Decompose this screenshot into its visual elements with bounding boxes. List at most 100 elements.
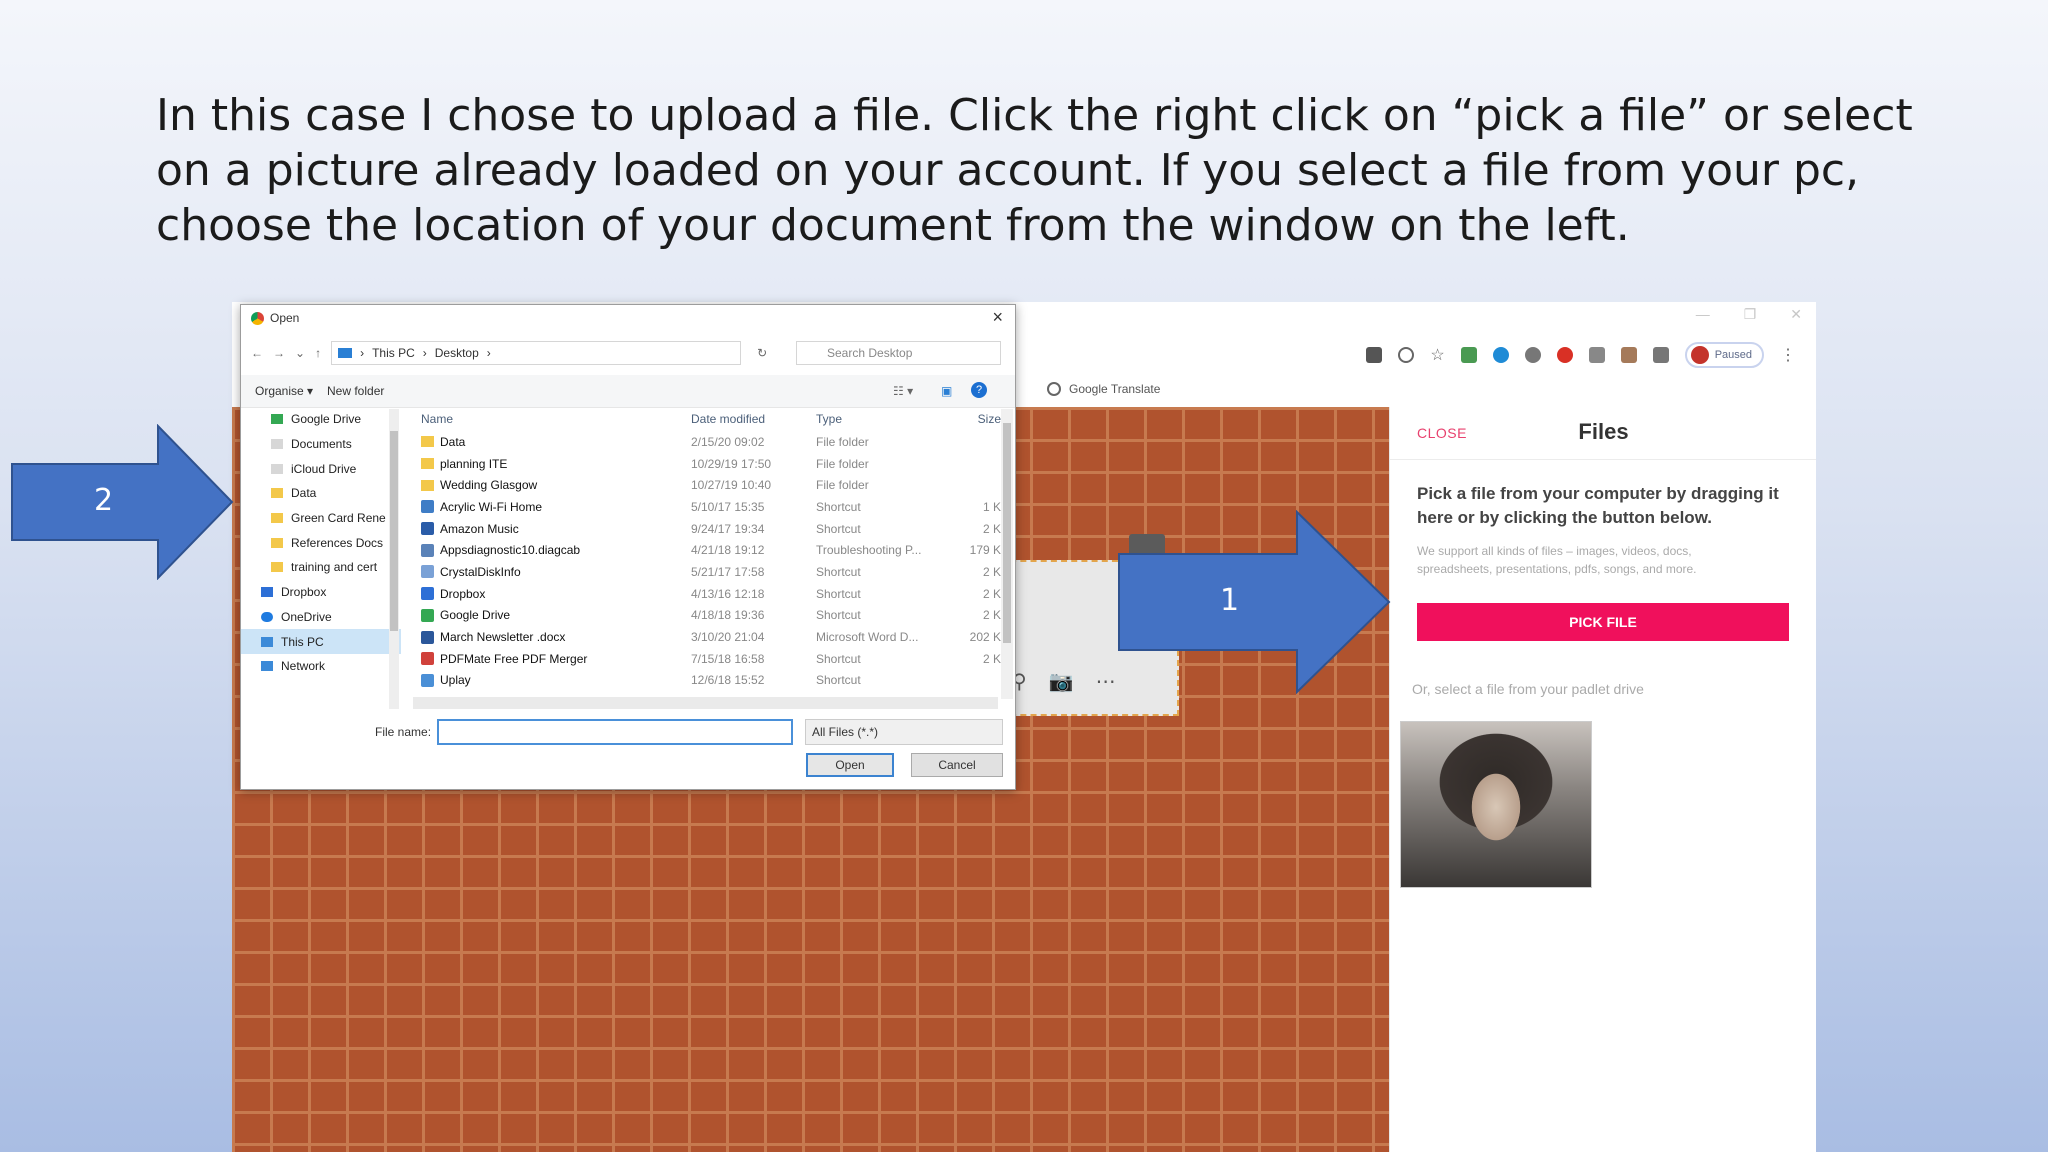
address-bar[interactable]: › This PC › Desktop › <box>331 341 742 365</box>
dialog-titlebar: Open <box>251 311 299 325</box>
chevron-down-icon[interactable]: ⌄ <box>295 346 305 360</box>
nav-item-selected[interactable]: This PC <box>241 629 401 654</box>
nav-item[interactable]: Green Card Rene <box>241 506 401 531</box>
open-file-dialog: Open × ← → ⌄ ↑ › This PC › Desktop › ↻ S… <box>240 304 1016 790</box>
folder-icon <box>421 458 434 470</box>
search-input[interactable]: Search Desktop <box>796 341 1001 365</box>
download-extension-icon[interactable] <box>1460 347 1477 363</box>
file-row[interactable]: Appsdiagnostic10.diagcab 4/21/18 19:12 Tro… <box>411 539 1001 561</box>
refresh-icon[interactable]: ↻ <box>757 346 767 360</box>
back-icon[interactable]: ← <box>251 346 263 360</box>
column-name[interactable]: Name <box>411 412 691 426</box>
file-name-label: File name: <box>375 725 432 739</box>
files-title: Files <box>1578 419 1629 444</box>
nav-item[interactable]: iCloud Drive <box>241 456 401 481</box>
file-row[interactable]: Dropbox 4/13/16 12:18 Shortcut 2 K <box>411 583 1001 605</box>
arrow-1-label: 1 <box>1220 583 1240 618</box>
target-extension-icon[interactable] <box>1398 347 1415 363</box>
nav-item[interactable]: OneDrive <box>241 605 401 630</box>
new-folder-button[interactable]: New folder <box>327 384 384 398</box>
window-controls: — ❐ ✕ <box>1696 306 1802 323</box>
profile-button[interactable]: Paused <box>1684 342 1764 368</box>
column-size[interactable]: Size <box>941 412 1001 426</box>
composer-tools: ⚲ 📷 ⋯ <box>1012 669 1116 694</box>
nav-item[interactable]: Network <box>241 654 401 679</box>
help-icon[interactable]: ? <box>971 382 987 398</box>
close-icon[interactable]: × <box>992 307 1003 328</box>
nav-item[interactable]: training and cert <box>241 555 401 580</box>
arrow-2 <box>11 424 234 580</box>
breadcrumb-this-pc[interactable]: This PC <box>372 346 415 360</box>
column-date[interactable]: Date modified <box>691 412 816 426</box>
file-name-input[interactable] <box>437 719 793 745</box>
camera-icon[interactable]: 📷 <box>1049 669 1074 694</box>
scroll-thumb[interactable] <box>390 431 398 631</box>
network-icon <box>261 661 273 672</box>
shortcut-icon <box>421 522 434 536</box>
file-row[interactable]: Uplay 12/6/18 15:52 Shortcut <box>411 670 1001 692</box>
cancel-button[interactable]: Cancel <box>911 753 1003 777</box>
pc-icon <box>338 348 353 358</box>
horizontal-scrollbar[interactable] <box>413 697 998 709</box>
folder-icon <box>271 537 283 548</box>
bookmark-extension-icon[interactable] <box>1620 347 1637 363</box>
file-list-header: Name Date modified Type Size <box>411 407 1001 431</box>
column-type[interactable]: Type <box>816 412 941 426</box>
dropbox-icon <box>421 587 434 601</box>
scroll-thumb[interactable] <box>1003 423 1011 643</box>
files-panel: CLOSE Files Pick a file from your comput… <box>1389 407 1816 1152</box>
file-row[interactable]: Wedding Glasgow 10/27/19 10:40 File folder <box>411 474 1001 496</box>
adblock-icon[interactable] <box>1556 347 1573 363</box>
organise-button[interactable]: Organise ▾ <box>255 384 313 398</box>
command-bar: Organise ▾ New folder ☷ ▾ ▣ ? <box>241 375 1015 408</box>
nav-item[interactable]: Google Drive <box>241 407 401 432</box>
bookmark-google-translate[interactable]: Google Translate <box>1047 382 1160 396</box>
file-list-scrollbar[interactable] <box>1001 409 1013 699</box>
shortcut-icon <box>421 673 434 687</box>
file-row[interactable]: Data 2/15/20 09:02 File folder <box>411 431 1001 453</box>
browser-toolbar: ☆ Paused ⋮ <box>1366 342 1796 368</box>
more-icon[interactable]: ⋯ <box>1096 669 1116 694</box>
breadcrumb-desktop[interactable]: Desktop <box>435 346 479 360</box>
menu-icon[interactable]: ⋮ <box>1780 345 1796 365</box>
preview-pane-icon[interactable]: ▣ <box>941 384 952 398</box>
icloud-icon <box>271 463 283 474</box>
minimize-icon[interactable]: — <box>1696 306 1710 323</box>
globe-icon <box>1047 382 1061 396</box>
extension-icon[interactable] <box>1588 347 1605 363</box>
drive-photo-thumbnail[interactable] <box>1400 721 1592 888</box>
nav-item[interactable]: Dropbox <box>241 580 401 605</box>
open-button[interactable]: Open <box>806 753 894 777</box>
drive-extension-icon[interactable] <box>1524 347 1541 363</box>
star-icon[interactable]: ☆ <box>1430 345 1444 365</box>
nav-item[interactable]: Data <box>241 481 401 506</box>
close-window-icon[interactable]: ✕ <box>1790 306 1802 323</box>
up-icon[interactable]: ↑ <box>315 346 321 360</box>
folder-icon <box>271 513 283 524</box>
camera-extension-icon[interactable] <box>1366 347 1383 363</box>
maximize-icon[interactable]: ❐ <box>1744 306 1757 323</box>
file-row[interactable]: Acrylic Wi-Fi Home 5/10/17 15:35 Shortcut 1… <box>411 496 1001 518</box>
file-row[interactable]: March Newsletter .docx 3/10/20 21:04 Micro… <box>411 626 1001 648</box>
pick-file-box: Pick a file from your computer by draggi… <box>1404 482 1796 602</box>
nav-scrollbar[interactable] <box>389 409 399 709</box>
file-row[interactable]: PDFMate Free PDF Merger 7/15/18 16:58 Shor… <box>411 648 1001 670</box>
file-type-select[interactable]: All Files (*.*) <box>805 719 1003 745</box>
pick-file-button[interactable]: PICK FILE <box>1417 603 1789 641</box>
file-row[interactable]: planning ITE 10/29/19 17:50 File folder <box>411 453 1001 475</box>
skype-icon[interactable] <box>1492 347 1509 363</box>
flag-icon[interactable] <box>1652 347 1669 363</box>
nav-item[interactable]: Documents <box>241 432 401 457</box>
file-row[interactable]: Amazon Music 9/24/17 19:34 Shortcut 2 K <box>411 518 1001 540</box>
nav-item[interactable]: References Docs <box>241 530 401 555</box>
shortcut-icon <box>421 500 434 514</box>
slide-caption: In this case I chose to upload a file. C… <box>156 90 1913 251</box>
view-icon[interactable]: ☷ ▾ <box>893 384 913 398</box>
pick-file-description: We support all kinds of files – images, … <box>1417 544 1697 576</box>
padlet-drive-label: Or, select a file from your padlet drive <box>1412 681 1644 697</box>
file-row[interactable]: CrystalDiskInfo 5/21/17 17:58 Shortcut 2 K <box>411 561 1001 583</box>
file-row[interactable]: Google Drive 4/18/18 19:36 Shortcut 2 K <box>411 605 1001 627</box>
diagcab-icon <box>421 543 434 557</box>
forward-icon[interactable]: → <box>273 346 285 360</box>
navigation-pane: Google Drive Documents iCloud Drive Data… <box>241 407 401 707</box>
